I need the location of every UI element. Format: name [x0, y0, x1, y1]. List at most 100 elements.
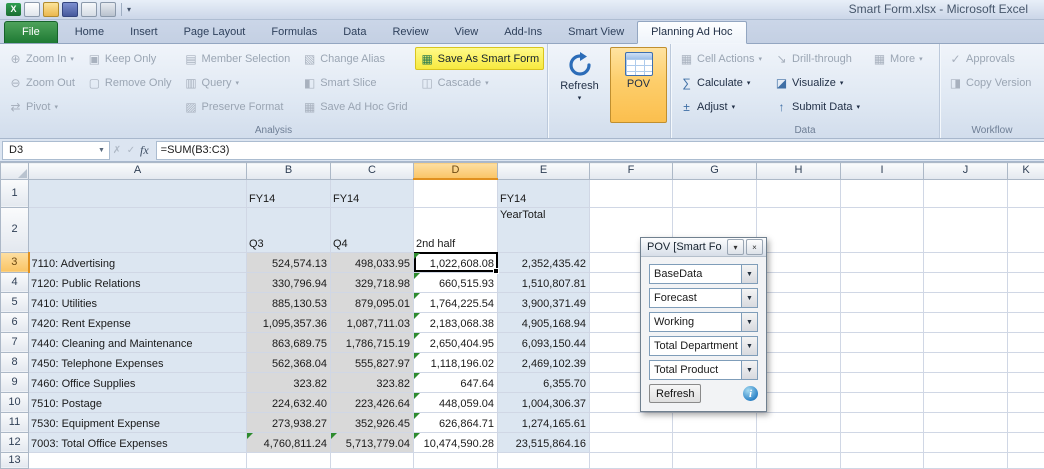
cell-B5[interactable]: 885,130.53 [247, 292, 331, 312]
cell-I6[interactable] [841, 312, 924, 332]
cell-B6[interactable]: 1,095,357.36 [247, 312, 331, 332]
quick-print-icon[interactable] [100, 2, 116, 17]
cell-A7[interactable]: 7440: Cleaning and Maintenance [29, 332, 247, 352]
row-header-2[interactable]: 2 [1, 207, 29, 252]
cell-B9[interactable]: 323.82 [247, 372, 331, 392]
tab-add-ins[interactable]: Add-Ins [491, 22, 555, 43]
cell-A1[interactable] [29, 179, 247, 207]
cell-K11[interactable] [1008, 412, 1044, 432]
cell-K13[interactable] [1008, 452, 1044, 468]
cell-A3[interactable]: 7110: Advertising [29, 252, 247, 272]
cell-K7[interactable] [1008, 332, 1044, 352]
row-header-8[interactable]: 8 [1, 352, 29, 372]
cell-A13[interactable] [29, 452, 247, 468]
combo-dropdown-icon[interactable]: ▼ [741, 313, 757, 331]
cell-K1[interactable] [1008, 179, 1044, 207]
pov-menu-dropdown-icon[interactable]: ▾ [727, 239, 744, 255]
pov-member-select-total-product[interactable]: Total Product▼ [649, 360, 758, 380]
new-workbook-icon[interactable] [24, 2, 40, 17]
column-header-E[interactable]: E [498, 163, 590, 180]
cell-B7[interactable]: 863,689.75 [247, 332, 331, 352]
cell-H12[interactable] [757, 432, 841, 452]
tab-smart-view[interactable]: Smart View [555, 22, 637, 43]
cell-E2[interactable]: YearTotal [498, 207, 590, 252]
cell-J3[interactable] [924, 252, 1008, 272]
cell-G13[interactable] [673, 452, 757, 468]
cell-I8[interactable] [841, 352, 924, 372]
pivot-button[interactable]: ⇄Pivot▾ [3, 95, 80, 118]
pov-member-select-working[interactable]: Working▼ [649, 312, 758, 332]
combo-dropdown-icon[interactable]: ▼ [741, 361, 757, 379]
cell-A10[interactable]: 7510: Postage [29, 392, 247, 412]
insert-function-icon[interactable]: fx [138, 143, 156, 158]
column-header-I[interactable]: I [841, 163, 924, 180]
cell-H13[interactable] [757, 452, 841, 468]
cell-J8[interactable] [924, 352, 1008, 372]
tab-formulas[interactable]: Formulas [258, 22, 330, 43]
cell-H3[interactable] [757, 252, 841, 272]
smart-slice-button[interactable]: ◧Smart Slice [297, 71, 412, 94]
cell-H6[interactable] [757, 312, 841, 332]
cell-C5[interactable]: 879,095.01 [331, 292, 414, 312]
cell-B1[interactable]: FY14 [247, 179, 331, 207]
cell-E11[interactable]: 1,274,165.61 [498, 412, 590, 432]
pov-member-select-total-department[interactable]: Total Department▼ [649, 336, 758, 356]
row-header-6[interactable]: 6 [1, 312, 29, 332]
cell-H4[interactable] [757, 272, 841, 292]
change-alias-button[interactable]: ▧Change Alias [297, 47, 412, 70]
cell-A8[interactable]: 7450: Telephone Expenses [29, 352, 247, 372]
row-header-13[interactable]: 13 [1, 452, 29, 468]
cell-K5[interactable] [1008, 292, 1044, 312]
column-header-K[interactable]: K [1008, 163, 1044, 180]
cell-G1[interactable] [673, 179, 757, 207]
column-header-B[interactable]: B [247, 163, 331, 180]
column-header-G[interactable]: G [673, 163, 757, 180]
keep-only-button[interactable]: ▣Keep Only [82, 47, 177, 70]
cell-H9[interactable] [757, 372, 841, 392]
cell-J6[interactable] [924, 312, 1008, 332]
cell-E13[interactable] [498, 452, 590, 468]
cell-C10[interactable]: 223,426.64 [331, 392, 414, 412]
cell-E12[interactable]: 23,515,864.16 [498, 432, 590, 452]
visualize-button[interactable]: ◪Visualize▾ [769, 71, 865, 94]
copy-version-button[interactable]: ◨Copy Version [943, 71, 1036, 94]
cell-A2[interactable] [29, 207, 247, 252]
cell-E7[interactable]: 6,093,150.44 [498, 332, 590, 352]
cell-B12[interactable]: 4,760,811.24 [247, 432, 331, 452]
cell-F1[interactable] [590, 179, 673, 207]
row-header-4[interactable]: 4 [1, 272, 29, 292]
cell-H1[interactable] [757, 179, 841, 207]
row-header-5[interactable]: 5 [1, 292, 29, 312]
cell-I5[interactable] [841, 292, 924, 312]
cell-C8[interactable]: 555,827.97 [331, 352, 414, 372]
row-header-11[interactable]: 11 [1, 412, 29, 432]
cell-F13[interactable] [590, 452, 673, 468]
print-preview-icon[interactable] [81, 2, 97, 17]
combo-dropdown-icon[interactable]: ▼ [741, 337, 757, 355]
cell-I2[interactable] [841, 207, 924, 252]
remove-only-button[interactable]: ▢Remove Only [82, 71, 177, 94]
cell-B8[interactable]: 562,368.04 [247, 352, 331, 372]
cell-H10[interactable] [757, 392, 841, 412]
cell-J12[interactable] [924, 432, 1008, 452]
cell-A4[interactable]: 7120: Public Relations [29, 272, 247, 292]
cell-I1[interactable] [841, 179, 924, 207]
zoom-in-button[interactable]: ⊕Zoom In▾ [3, 47, 80, 70]
column-header-D[interactable]: D [414, 163, 498, 180]
cell-I4[interactable] [841, 272, 924, 292]
cell-D9[interactable]: 647.64 [414, 372, 498, 392]
save-ad-hoc-grid-button[interactable]: ▦Save Ad Hoc Grid [297, 95, 412, 118]
cell-D12[interactable]: 10,474,590.28 [414, 432, 498, 452]
cell-A11[interactable]: 7530: Equipment Expense [29, 412, 247, 432]
cell-J9[interactable] [924, 372, 1008, 392]
cell-C9[interactable]: 323.82 [331, 372, 414, 392]
cell-B2[interactable]: Q3 [247, 207, 331, 252]
column-header-J[interactable]: J [924, 163, 1008, 180]
cell-A6[interactable]: 7420: Rent Expense [29, 312, 247, 332]
cell-C4[interactable]: 329,718.98 [331, 272, 414, 292]
cell-H8[interactable] [757, 352, 841, 372]
formula-input[interactable]: =SUM(B3:C3) [156, 141, 1044, 160]
save-as-smart-form-button[interactable]: ▦Save As Smart Form [415, 47, 544, 70]
cell-I12[interactable] [841, 432, 924, 452]
cell-K9[interactable] [1008, 372, 1044, 392]
